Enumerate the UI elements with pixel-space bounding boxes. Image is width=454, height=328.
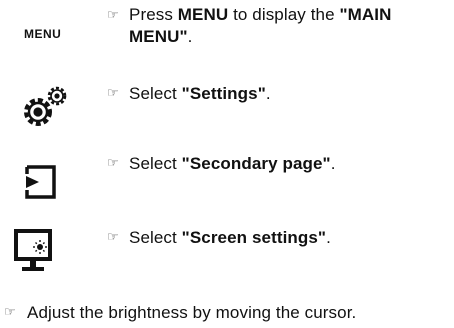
pointer-icon: ☞ [107,85,119,100]
final-note-text: Adjust the brightness by moving the curs… [27,303,357,322]
pointer-icon: ☞ [107,229,119,244]
step-secondary-page: ☞ Select "Secondary page". [0,150,454,200]
step-menu: MENU ☞ Press MENU to display the "MAIN M… [0,0,454,60]
step-settings: ☞ Select "Settings". [0,80,454,130]
secondary-page-icon [24,164,60,200]
step-text-screen-settings: Select "Screen settings". [129,228,331,247]
pointer-icon: ☞ [107,7,119,22]
step-text-menu: Press MENU to display the "MAIN MENU". [129,5,392,46]
pointer-icon: ☞ [107,155,119,170]
step-text-secondary-page: Select "Secondary page". [129,154,336,173]
pointer-icon: ☞ [4,304,16,319]
step-screen-settings: ☞ Select "Screen settings". [0,224,454,274]
menu-button-label: MENU [24,27,62,41]
step-text-settings: Select "Settings". [129,84,271,103]
final-note: ☞ Adjust the brightness by moving the cu… [0,300,454,326]
settings-gear-icon [23,83,69,129]
screen-settings-icon [13,228,53,272]
